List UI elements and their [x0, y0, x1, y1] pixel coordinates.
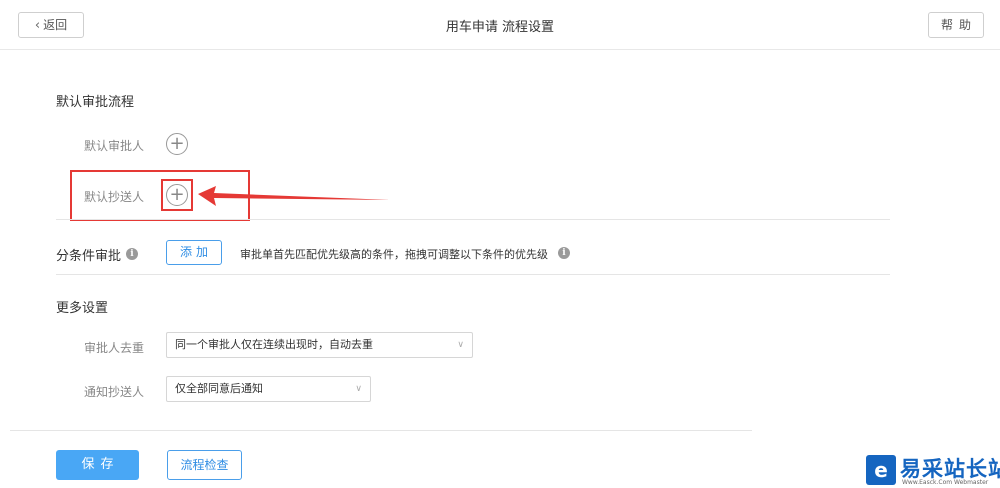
chevron-down-icon: ∨	[457, 340, 464, 350]
save-button[interactable]: 保存	[56, 450, 139, 480]
page-title: 用车申请 流程设置	[445, 20, 555, 35]
add-condition-button[interactable]: 添加	[166, 240, 222, 265]
watermark-subtext: Www.Easck.Com Webmaster	[902, 479, 989, 486]
annotation-arrow	[198, 186, 390, 206]
condition-hint: 审批单首先匹配优先级高的条件，拖拽可调整以下条件的优先级	[240, 248, 548, 261]
flow-check-button[interactable]: 流程检查	[167, 450, 242, 480]
info-icon[interactable]: i	[558, 247, 570, 259]
default-approver-label: 默认审批人	[84, 139, 145, 153]
watermark-logo-icon: e	[866, 455, 896, 485]
divider	[10, 430, 752, 431]
dedupe-label: 审批人去重	[84, 341, 145, 355]
top-bar: ‹ 返回 用车申请 流程设置 帮助	[0, 0, 1000, 50]
more-settings-title: 更多设置	[56, 301, 109, 316]
notify-value: 仅全部同意后通知	[175, 382, 263, 395]
watermark: e 易采站长站 Www.Easck.Com Webmaster	[866, 454, 1000, 488]
notify-label: 通知抄送人	[84, 385, 145, 399]
notify-select[interactable]: 仅全部同意后通知 ∨	[166, 376, 371, 402]
divider	[56, 219, 890, 220]
chevron-down-icon: ∨	[355, 384, 362, 394]
dedupe-select[interactable]: 同一个审批人仅在连续出现时，自动去重 ∨	[166, 332, 473, 358]
help-button[interactable]: 帮助	[928, 12, 984, 38]
annotation-box-inner	[161, 179, 193, 211]
add-approver-button[interactable]: +	[166, 133, 188, 155]
divider	[56, 274, 890, 275]
default-flow-title: 默认审批流程	[56, 95, 135, 110]
conditional-approval-title: 分条件审批	[56, 249, 122, 264]
info-icon[interactable]: i	[126, 248, 138, 260]
dedupe-value: 同一个审批人仅在连续出现时，自动去重	[175, 338, 373, 351]
plus-icon: +	[169, 133, 185, 154]
